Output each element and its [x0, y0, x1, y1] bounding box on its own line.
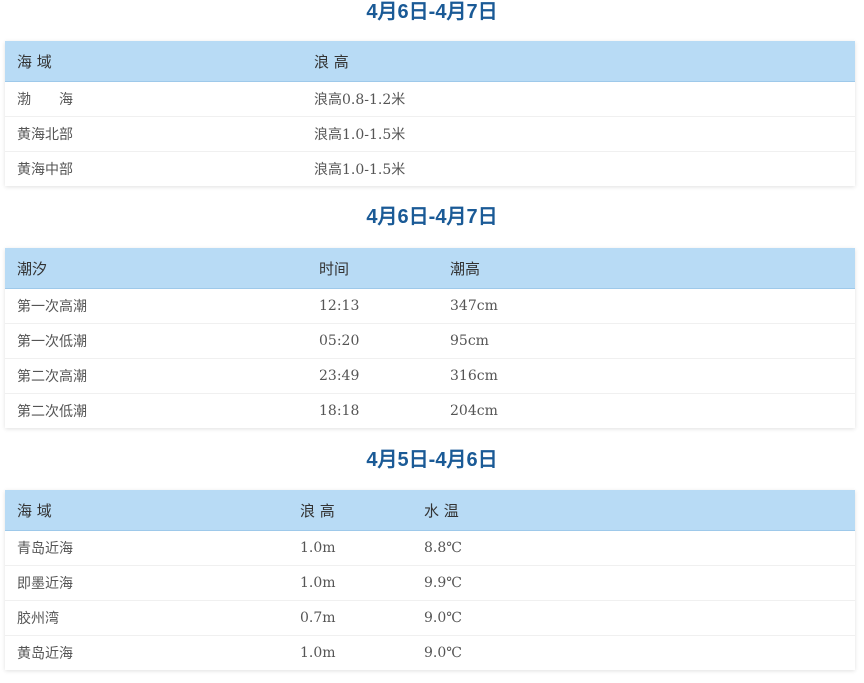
header-time: 时间: [319, 259, 350, 278]
tide-height-cell: 95cm: [450, 333, 489, 349]
tide-height-cell: 204cm: [450, 403, 498, 419]
sea-area-cell: 黄海中部: [17, 162, 73, 178]
water-temp-cell: 9.0℃: [424, 610, 462, 626]
sea-area-cell: 胶州湾: [17, 611, 59, 627]
table-header: 海 域 浪 高 水 温: [5, 490, 855, 531]
coastal-table: 海 域 浪 高 水 温 青岛近海 1.0m 8.8℃ 即墨近海 1.0m 9.9…: [5, 490, 855, 670]
table-row: 第二次低潮 18:18 204cm: [5, 394, 855, 428]
table-row: 黄岛近海 1.0m 9.0℃: [5, 636, 855, 670]
table-row: 第一次高潮 12:13 347cm: [5, 289, 855, 324]
water-temp-cell: 8.8℃: [424, 540, 462, 556]
table-header: 潮汐 时间 潮高: [5, 248, 855, 289]
tide-height-cell: 347cm: [450, 298, 498, 314]
tide-time-cell: 12:13: [319, 298, 360, 314]
header-sea-area: 海 域: [17, 52, 52, 71]
water-temp-cell: 9.0℃: [424, 645, 462, 661]
table-row: 黄海北部 浪高1.0-1.5米: [5, 117, 855, 152]
wave-height-cell: 1.0m: [300, 540, 336, 556]
water-temp-cell: 9.9℃: [424, 575, 462, 591]
table-header: 海 域 浪 高: [5, 41, 855, 82]
coastal-forecast-title: 4月5日-4月6日: [366, 449, 498, 471]
table-row: 青岛近海 1.0m 8.8℃: [5, 531, 855, 566]
wave-forecast-table: 海 域 浪 高 渤 海 浪高0.8-1.2米 黄海北部 浪高1.0-1.5米 黄…: [5, 41, 855, 186]
tide-time-cell: 18:18: [319, 403, 360, 419]
wave-height-cell: 浪高1.0-1.5米: [314, 162, 406, 178]
tide-type-cell: 第二次高潮: [17, 369, 87, 385]
table-row: 即墨近海 1.0m 9.9℃: [5, 566, 855, 601]
tide-time-cell: 23:49: [319, 368, 360, 384]
wave-forecast-title: 4月6日-4月7日: [366, 1, 498, 23]
tide-type-cell: 第一次高潮: [17, 299, 87, 315]
tide-type-cell: 第二次低潮: [17, 404, 87, 420]
header-tide-height: 潮高: [450, 259, 481, 278]
header-wave-height: 浪 高: [300, 501, 335, 520]
table-row: 渤 海 浪高0.8-1.2米: [5, 82, 855, 117]
header-wave-height: 浪 高: [314, 52, 349, 71]
wave-height-cell: 浪高0.8-1.2米: [314, 92, 406, 108]
wave-height-cell: 0.7m: [300, 610, 336, 626]
tide-table: 潮汐 时间 潮高 第一次高潮 12:13 347cm 第一次低潮 05:20 9…: [5, 248, 855, 428]
header-water-temp: 水 温: [424, 501, 459, 520]
tide-height-cell: 316cm: [450, 368, 498, 384]
wave-height-cell: 1.0m: [300, 645, 336, 661]
table-row: 第一次低潮 05:20 95cm: [5, 324, 855, 359]
header-tide: 潮汐: [17, 259, 48, 278]
table-row: 第二次高潮 23:49 316cm: [5, 359, 855, 394]
sea-area-cell: 黄岛近海: [17, 646, 73, 662]
sea-area-cell: 即墨近海: [17, 576, 73, 592]
sea-area-cell: 青岛近海: [17, 541, 73, 557]
tide-time-cell: 05:20: [319, 333, 360, 349]
sea-area-cell: 渤 海: [17, 92, 73, 108]
table-row: 胶州湾 0.7m 9.0℃: [5, 601, 855, 636]
tide-forecast-title: 4月6日-4月7日: [366, 206, 498, 228]
wave-height-cell: 浪高1.0-1.5米: [314, 127, 406, 143]
sea-area-cell: 黄海北部: [17, 127, 73, 143]
header-sea-area: 海 域: [17, 501, 52, 520]
table-row: 黄海中部 浪高1.0-1.5米: [5, 152, 855, 186]
tide-type-cell: 第一次低潮: [17, 334, 87, 350]
wave-height-cell: 1.0m: [300, 575, 336, 591]
